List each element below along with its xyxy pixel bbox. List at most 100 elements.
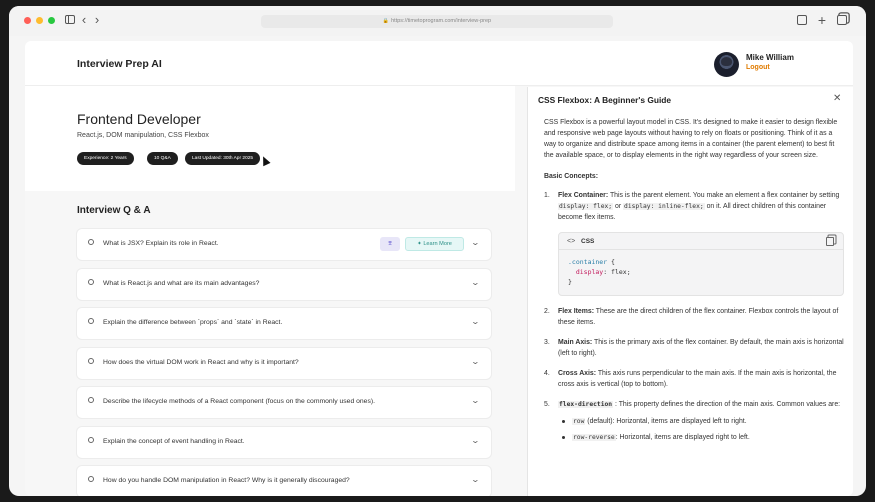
chevron-down-icon[interactable]: ⌄: [471, 238, 480, 247]
qa-heading: Interview Q & A: [77, 205, 151, 216]
code-token: }: [568, 278, 572, 286]
close-icon[interactable]: ✕: [833, 93, 841, 104]
logout-link[interactable]: Logout: [746, 64, 770, 71]
code-language: CSS: [581, 238, 595, 245]
panel-content: CSS Flexbox is a powerful layout model i…: [544, 117, 844, 452]
term: flex-direction: [558, 401, 614, 408]
code-token: {: [607, 258, 615, 266]
panel-title: CSS Flexbox: A Beginner's Guide: [538, 95, 672, 105]
url-text: https://timetoprogram.com/interview-prep: [391, 18, 492, 24]
user-name: Mike William: [746, 53, 794, 62]
explanation-panel: CSS Flexbox: A Beginner's Guide ✕ CSS Fl…: [527, 87, 853, 496]
question-icon: [88, 318, 96, 326]
list-text: : Horizontal, items are displayed right …: [615, 434, 750, 441]
sub-list-item: row (default): Horizontal, items are dis…: [558, 416, 844, 427]
question-icon: [88, 476, 96, 484]
code-token: display: [568, 268, 604, 276]
list-item: 1. Flex Container: This is the parent el…: [544, 190, 844, 223]
chevron-down-icon[interactable]: ⌄: [471, 475, 480, 484]
chevron-down-icon[interactable]: ⌄: [471, 317, 480, 326]
lock-icon: 🔒: [382, 18, 390, 24]
list-item: 5. flex-direction : This property define…: [544, 399, 844, 443]
term: Cross Axis:: [558, 370, 597, 377]
pin-button[interactable]: ⌆: [380, 237, 400, 251]
list-item: 3. Main Axis: This is the primary axis o…: [544, 337, 844, 359]
app-page: Interview Prep AI Mike William Logout Fr…: [25, 41, 853, 496]
inline-code: display: inline-flex;: [623, 203, 705, 210]
topics-subtitle: React.js, DOM manipulation, CSS Flexbox: [77, 132, 209, 139]
question-text: What is React.js and what are its main a…: [103, 279, 260, 287]
list-number: 5.: [544, 401, 550, 408]
list-text: (default): Horizontal, items are display…: [585, 418, 747, 425]
question-text: Explain the difference between `props` a…: [103, 319, 283, 326]
learn-more-button[interactable]: ✦ Learn More: [405, 237, 464, 251]
browser-window: ‹ › 🔒 https://timetoprogram.com/interview…: [9, 6, 866, 496]
inline-code: row-reverse: [572, 434, 616, 441]
question-text: Explain the concept of event handling in…: [103, 437, 245, 445]
maximize-window-button[interactable]: [48, 17, 55, 24]
new-tab-icon[interactable]: +: [815, 13, 829, 27]
question-item[interactable]: Explain the difference between `props` a…: [77, 308, 491, 339]
list-number: 1.: [544, 192, 550, 199]
list-number: 2.: [544, 308, 550, 315]
qa-count-badge: 10 Q&A: [147, 152, 178, 165]
role-summary: Frontend Developer React.js, DOM manipul…: [25, 86, 515, 191]
question-item[interactable]: How do you handle DOM manipulation in Re…: [77, 466, 491, 496]
concept-list: 1. Flex Container: This is the parent el…: [544, 190, 844, 443]
code-token: : flex;: [603, 268, 631, 276]
question-item[interactable]: Explain the concept of event handling in…: [77, 426, 491, 458]
list-item: 2. Flex Items: These are the direct chil…: [544, 306, 844, 328]
code-icon: <>: [567, 238, 576, 245]
question-icon: [88, 397, 96, 405]
minimize-window-button[interactable]: [36, 17, 43, 24]
list-text: These are the direct children of the fle…: [558, 308, 839, 326]
app-header: Interview Prep AI Mike William Logout: [25, 41, 853, 86]
tab-overview-icon[interactable]: [835, 13, 849, 27]
copy-icon[interactable]: [826, 237, 834, 246]
address-bar[interactable]: 🔒 https://timetoprogram.com/interview-pre…: [261, 15, 613, 28]
avatar[interactable]: [714, 52, 739, 77]
question-item[interactable]: How does the virtual DOM work in React a…: [77, 347, 491, 379]
section-heading: Basic Concepts:: [544, 173, 598, 180]
question-item[interactable]: What is JSX? Explain its role in React. …: [77, 229, 491, 260]
page-title: Frontend Developer: [77, 111, 201, 127]
question-icon: [88, 239, 96, 247]
term: Flex Container:: [558, 192, 609, 199]
list-item: 4. Cross Axis: This axis runs perpendicu…: [544, 368, 844, 390]
last-updated-badge: Last Updated: 30th Apr 2025: [185, 152, 261, 165]
question-text: Describe the lifecycle methods of a Reac…: [103, 398, 376, 405]
question-item[interactable]: Describe the lifecycle methods of a Reac…: [77, 387, 491, 418]
code-token: .container: [568, 258, 608, 266]
experience-badge: Experience: 2 Years: [77, 152, 134, 165]
list-number: 4.: [544, 370, 550, 377]
question-list: What is JSX? Explain its role in React. …: [77, 229, 491, 496]
share-icon[interactable]: [795, 13, 809, 27]
question-item[interactable]: What is React.js and what are its main a…: [77, 268, 491, 300]
list-text: : This property defines the direction of…: [613, 401, 841, 408]
inline-code: row: [572, 418, 586, 425]
list-text: or: [613, 203, 624, 210]
term: Main Axis:: [558, 339, 593, 346]
forward-icon[interactable]: ›: [90, 13, 104, 27]
list-text: This axis runs perpendicular to the main…: [558, 370, 837, 388]
question-icon: [88, 278, 96, 287]
question-text: How do you handle DOM manipulation in Re…: [103, 477, 350, 484]
sub-list-item: row-reverse: Horizontal, items are displ…: [558, 432, 844, 443]
inline-code: display: flex;: [558, 203, 614, 210]
sidebar-toggle-icon[interactable]: [63, 13, 77, 27]
question-text: How does the virtual DOM work in React a…: [103, 358, 299, 366]
close-window-button[interactable]: [24, 17, 31, 24]
code-block-header: <> CSS: [559, 233, 843, 250]
code-block: <> CSS .container { display: flex; }: [558, 232, 844, 296]
question-text: What is JSX? Explain its role in React.: [103, 240, 219, 247]
list-text: This is the primary axis of the flex con…: [558, 339, 844, 357]
chevron-down-icon[interactable]: ⌄: [471, 396, 480, 405]
chevron-down-icon[interactable]: ⌄: [471, 357, 480, 366]
term: Flex Items:: [558, 308, 594, 315]
back-icon[interactable]: ‹: [77, 13, 91, 27]
intro-paragraph: CSS Flexbox is a powerful layout model i…: [544, 119, 838, 159]
browser-toolbar: ‹ › 🔒 https://timetoprogram.com/interview…: [9, 6, 866, 36]
chevron-down-icon[interactable]: ⌄: [471, 436, 480, 445]
brand-title[interactable]: Interview Prep AI: [77, 58, 162, 70]
chevron-down-icon[interactable]: ⌄: [471, 278, 480, 287]
